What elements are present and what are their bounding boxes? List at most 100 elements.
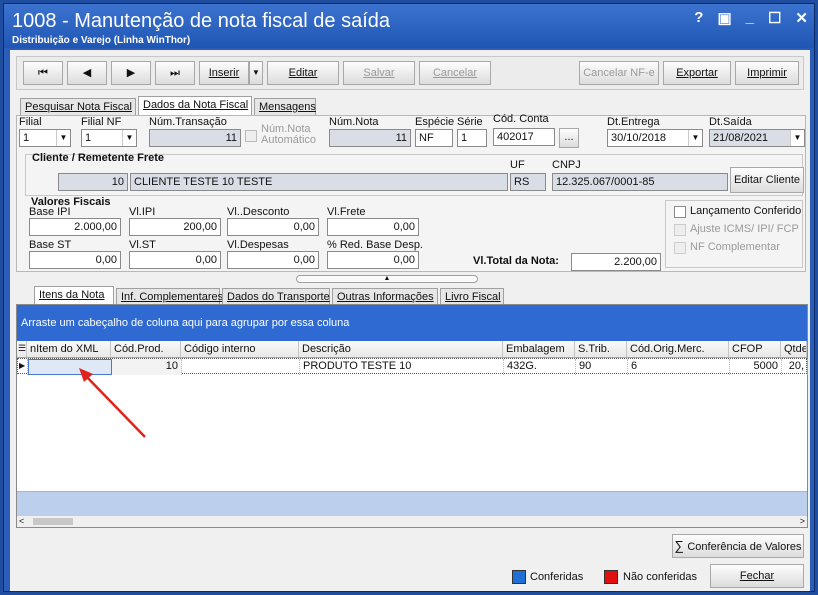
cancelar-button[interactable]: Cancelar — [419, 61, 491, 85]
dt-saida-label: Dt.Saída — [709, 116, 752, 128]
col-cod-orig-merc[interactable]: Cód.Orig.Merc. — [627, 341, 729, 358]
vl-despesas-field[interactable]: 0,00 — [227, 251, 319, 269]
scroll-right-icon[interactable]: > — [800, 516, 805, 526]
num-nota-field[interactable]: 11 — [329, 129, 411, 147]
col-qtde[interactable]: Qtde — [781, 341, 807, 358]
first-record-button[interactable]: ⏮ — [23, 61, 63, 85]
num-transacao-field[interactable]: 11 — [149, 129, 241, 147]
filial-nf-value: 1 — [85, 132, 92, 144]
col-cod-prod[interactable]: Cód.Prod. — [111, 341, 181, 358]
scroll-left-icon[interactable]: < — [19, 516, 24, 526]
last-record-button[interactable]: ⏭ — [155, 61, 195, 85]
panel-splitter-handle[interactable]: ▲ — [296, 275, 478, 283]
inserir-dropdown-icon[interactable]: ▼ — [249, 61, 263, 85]
tab-itens-da-nota[interactable]: Itens da Nota — [34, 286, 114, 306]
maximize-icon[interactable]: ☐ — [768, 9, 781, 27]
col-nitem-xml[interactable]: nItem do XML — [27, 341, 111, 358]
cod-conta-search-button[interactable]: ... — [559, 128, 579, 148]
red-base-desp-field[interactable]: 0,00 — [327, 251, 419, 269]
num-nota-auto-line2: Automático — [261, 134, 317, 146]
column-chooser-icon[interactable]: ☰ — [17, 341, 27, 358]
vl-frete-field[interactable]: 0,00 — [327, 218, 419, 236]
group-by-panel[interactable]: Arraste um cabeçalho de coluna aqui para… — [17, 305, 807, 341]
vl-st-field[interactable]: 0,00 — [129, 251, 221, 269]
cod-conta-field[interactable]: 402017 — [493, 128, 555, 146]
help-icon[interactable]: ? — [694, 9, 703, 27]
cell-cfop[interactable]: 5000 — [730, 359, 782, 375]
restore-icon[interactable]: ▣ — [717, 9, 731, 27]
nao-conferidas-label: Não conferidas — [623, 571, 697, 583]
dt-entrega-field[interactable]: 30/10/2018 ▼ — [607, 129, 703, 147]
base-ipi-field[interactable]: 2.000,00 — [29, 218, 121, 236]
filial-label: Filial — [19, 116, 42, 128]
base-ipi-label: Base IPI — [29, 206, 71, 218]
vl-despesas-label: Vl.Despesas — [227, 239, 289, 251]
horizontal-scrollbar[interactable]: < > — [17, 515, 807, 527]
filial-select[interactable]: 1 ▼ — [19, 129, 71, 147]
filial-nf-select[interactable]: 1 ▼ — [81, 129, 137, 147]
nf-complementar-checkbox[interactable] — [674, 242, 686, 254]
cell-descricao[interactable]: PRODUTO TESTE 10 — [300, 359, 504, 375]
col-codigo-interno[interactable]: Código interno — [181, 341, 299, 358]
close-icon[interactable]: ✕ — [795, 9, 808, 27]
vl-ipi-field[interactable]: 200,00 — [129, 218, 221, 236]
conferencia-valores-button[interactable]: ∑ Conferência de Valores — [672, 534, 804, 558]
num-nota-label: Núm.Nota — [329, 116, 379, 128]
vl-total-label: Vl.Total da Nota: — [473, 255, 559, 267]
chevron-down-icon[interactable]: ▼ — [688, 130, 702, 146]
vl-st-label: Vl.ST — [129, 239, 156, 251]
ajuste-icms-checkbox[interactable] — [674, 224, 686, 236]
cell-embalagem[interactable]: 432G. — [504, 359, 576, 375]
editar-button[interactable]: Editar — [267, 61, 339, 85]
especie-label: Espécie — [415, 116, 455, 128]
base-st-field[interactable]: 0,00 — [29, 251, 121, 269]
dt-saida-value: 21/08/2021 — [713, 132, 769, 144]
minimize-icon[interactable]: _ — [746, 9, 754, 27]
title-bar[interactable]: 1008 - Manutenção de nota fiscal de saíd… — [4, 4, 814, 48]
toolbar: ⏮ ◀ ▶ ⏭ Inserir ▼ Editar Salvar Cancelar… — [16, 56, 804, 90]
col-embalagem[interactable]: Embalagem — [503, 341, 575, 358]
vl-desconto-field[interactable]: 0,00 — [227, 218, 319, 236]
cell-cod-orig-merc[interactable]: 6 — [628, 359, 730, 375]
chevron-down-icon[interactable]: ▼ — [122, 130, 136, 146]
lancamento-conferido-checkbox[interactable] — [674, 206, 686, 218]
window-controls: ? ▣ _ ☐ ✕ — [694, 9, 808, 27]
cnpj-label: CNPJ — [552, 159, 581, 171]
cell-codigo-interno[interactable] — [182, 359, 300, 375]
col-s-trib[interactable]: S.Trib. — [575, 341, 627, 358]
editar-cliente-button[interactable]: Editar Cliente — [730, 167, 804, 193]
col-descricao[interactable]: Descrição — [299, 341, 503, 358]
next-record-button[interactable]: ▶ — [111, 61, 151, 85]
ajuste-icms-label: Ajuste ICMS/ IPI/ FCP — [690, 223, 799, 235]
vl-total-field[interactable]: 2.200,00 — [571, 253, 661, 271]
tab-pesquisar-nota-fiscal[interactable]: Pesquisar Nota Fiscal — [20, 98, 136, 116]
uf-field[interactable]: RS — [510, 173, 546, 191]
num-nota-automatico-checkbox[interactable] — [245, 130, 257, 142]
cell-s-trib[interactable]: 90 — [576, 359, 628, 375]
scrollbar-thumb[interactable] — [33, 518, 73, 525]
cnpj-field[interactable]: 12.325.067/0001-85 — [552, 173, 728, 191]
dt-saida-field[interactable]: 21/08/2021 ▼ — [709, 129, 805, 147]
salvar-button[interactable]: Salvar — [343, 61, 415, 85]
top-tab-strip: Pesquisar Nota Fiscal Dados da Nota Fisc… — [20, 96, 810, 116]
imprimir-button[interactable]: Imprimir — [735, 61, 799, 85]
previous-record-button[interactable]: ◀ — [67, 61, 107, 85]
especie-field[interactable]: NF — [415, 129, 453, 147]
col-cfop[interactable]: CFOP — [729, 341, 781, 358]
window-title: 1008 - Manutenção de nota fiscal de saíd… — [12, 10, 391, 32]
main-window: 1008 - Manutenção de nota fiscal de saíd… — [3, 3, 815, 592]
cliente-name-field[interactable]: CLIENTE TESTE 10 TESTE — [130, 173, 508, 191]
num-transacao-label: Núm.Transação — [149, 116, 227, 128]
inserir-button[interactable]: Inserir — [199, 61, 249, 85]
chevron-down-icon[interactable]: ▼ — [56, 130, 70, 146]
vl-frete-label: Vl.Frete — [327, 206, 366, 218]
chevron-down-icon[interactable]: ▼ — [790, 130, 804, 146]
cell-qtde[interactable]: 20, — [782, 359, 808, 375]
tab-mensagens[interactable]: Mensagens — [254, 98, 316, 116]
cliente-code-field[interactable]: 10 — [58, 173, 128, 191]
exportar-button[interactable]: Exportar — [663, 61, 731, 85]
fechar-button[interactable]: Fechar — [710, 564, 804, 588]
tab-dados-da-nota-fiscal[interactable]: Dados da Nota Fiscal — [138, 96, 252, 116]
cancelar-nfe-button[interactable]: Cancelar NF-e — [579, 61, 659, 85]
serie-field[interactable]: 1 — [457, 129, 487, 147]
